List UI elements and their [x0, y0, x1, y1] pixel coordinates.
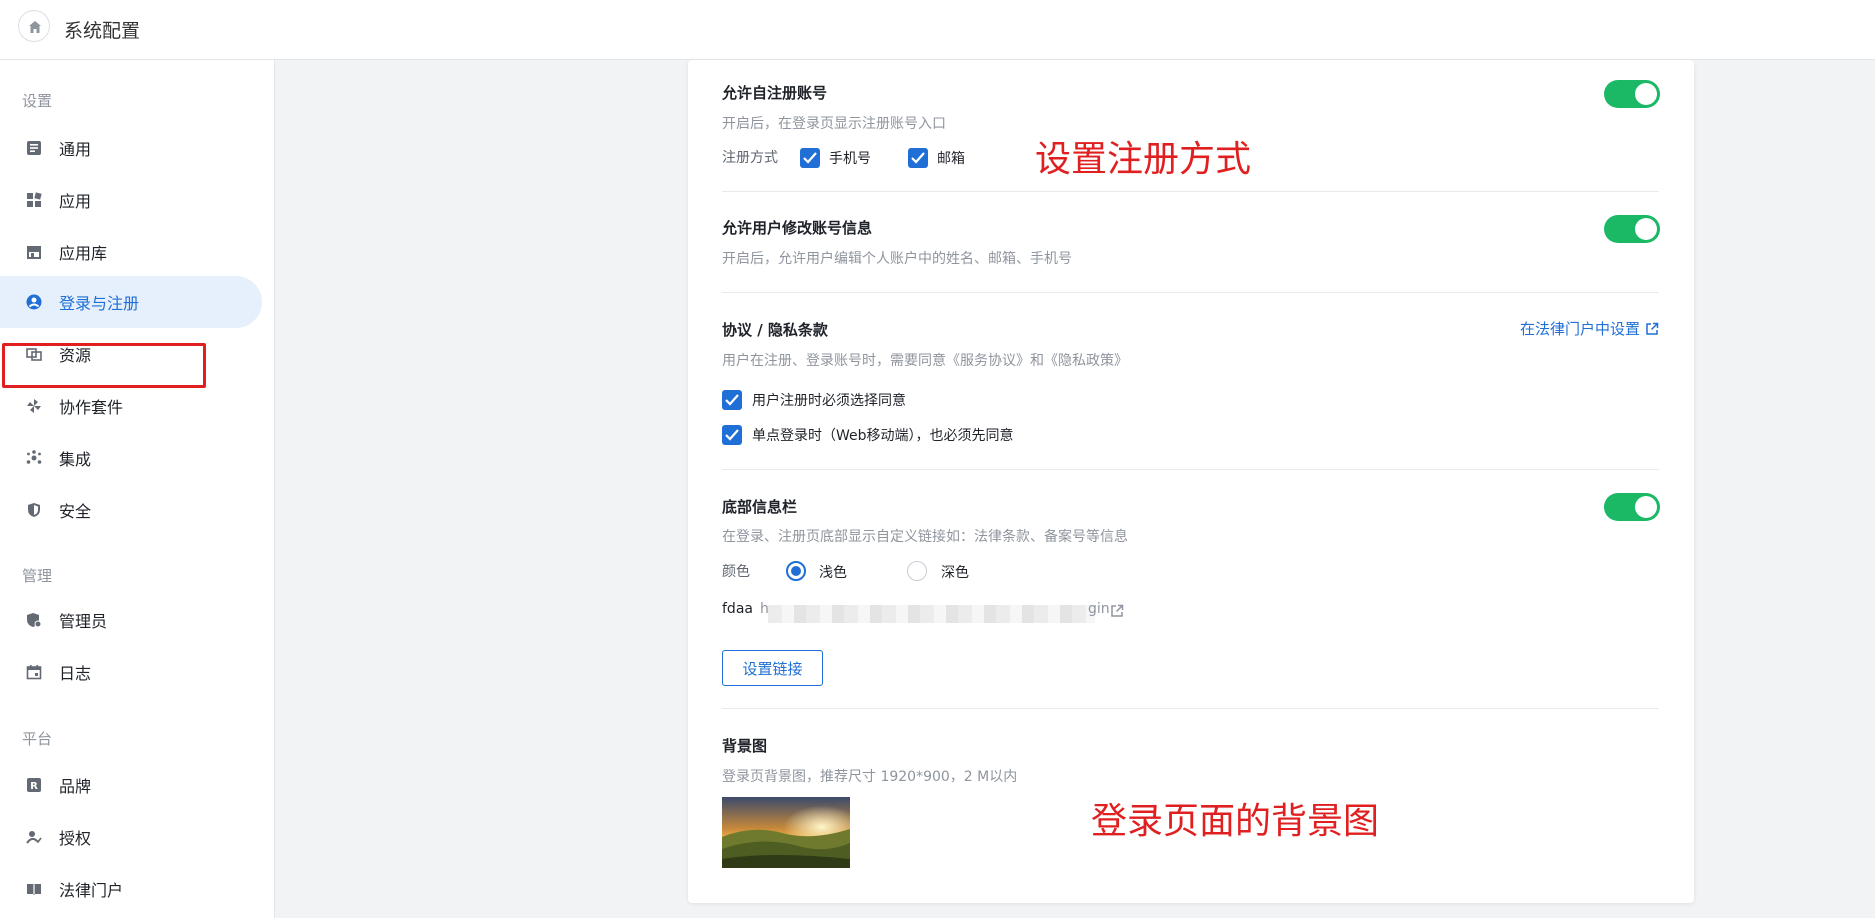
sidebar-item-label: 品牌	[59, 777, 92, 796]
divider	[722, 469, 1659, 470]
agree-on-sso-checkbox[interactable]	[722, 425, 742, 445]
set-link-button[interactable]: 设置链接	[722, 650, 823, 686]
phone-checkbox-label: 手机号	[829, 151, 871, 167]
color-label: 颜色	[722, 564, 750, 580]
footer-link-url-suffix: gin	[1088, 601, 1110, 617]
footer-link-name: fdaa	[722, 601, 753, 617]
self-register-title: 允许自注册账号	[722, 84, 828, 102]
check-icon	[725, 394, 739, 406]
agreement-title: 协议 / 隐私条款	[722, 321, 828, 339]
divider	[722, 708, 1659, 709]
legal-portal-link[interactable]: 在法律门户中设置	[1520, 318, 1659, 339]
document-icon	[25, 139, 43, 157]
check-icon	[803, 152, 817, 164]
external-link-icon	[1646, 322, 1659, 335]
edit-info-desc: 开启后，允许用户编辑个人账户中的姓名、邮箱、手机号	[722, 251, 1072, 267]
background-title: 背景图	[722, 737, 768, 755]
sidebar-item-apps[interactable]: 应用	[0, 174, 262, 226]
integration-icon	[25, 449, 43, 467]
sidebar: 设置 通用 应用 应用库 登录与注册 资源 协作套件 集成 安全 管理 管理员 …	[0, 60, 275, 918]
divider	[722, 191, 1659, 192]
self-register-desc: 开启后，在登录页显示注册账号入口	[722, 116, 946, 132]
brand-icon: R	[25, 776, 43, 794]
sidebar-item-security[interactable]: 安全	[0, 484, 262, 536]
sidebar-item-label: 管理员	[59, 612, 108, 631]
sidebar-item-admins[interactable]: 管理员	[0, 594, 262, 646]
footer-bar-desc: 在登录、注册页底部显示自定义链接如：法律条款、备案号等信息	[722, 529, 1128, 545]
phone-checkbox[interactable]	[800, 148, 820, 168]
store-icon	[25, 243, 43, 261]
sidebar-item-label: 授权	[59, 829, 92, 848]
sidebar-item-integration[interactable]: 集成	[0, 432, 262, 484]
sidebar-item-label: 资源	[59, 346, 92, 365]
sidebar-item-label: 集成	[59, 450, 92, 469]
edit-info-toggle[interactable]	[1604, 215, 1660, 243]
email-checkbox-label: 邮箱	[937, 151, 965, 167]
sidebar-item-label: 安全	[59, 502, 92, 521]
background-desc: 登录页背景图，推荐尺寸 1920*900，2 M以内	[722, 769, 1018, 785]
sidebar-item-label: 日志	[59, 664, 92, 683]
external-link-icon[interactable]	[1110, 604, 1124, 618]
register-method-label: 注册方式	[722, 150, 778, 166]
sidebar-item-license[interactable]: 授权	[0, 811, 262, 863]
license-icon	[25, 828, 43, 846]
footer-bar-toggle[interactable]	[1604, 493, 1660, 521]
sidebar-item-logs[interactable]: 日志	[0, 646, 262, 698]
sidebar-item-label: 通用	[59, 140, 92, 159]
sidebar-item-brand[interactable]: R 品牌	[0, 759, 262, 811]
page-title: 系统配置	[64, 20, 141, 42]
group-label-platform: 平台	[22, 730, 53, 748]
edit-info-title: 允许用户修改账号信息	[722, 219, 873, 237]
color-dark-label: 深色	[941, 565, 969, 581]
sidebar-item-collab-suite[interactable]: 协作套件	[0, 380, 262, 432]
self-register-toggle[interactable]	[1604, 80, 1660, 108]
agree-on-register-label: 用户注册时必须选择同意	[752, 393, 906, 409]
sidebar-item-resources[interactable]: 资源	[0, 328, 262, 380]
color-light-radio[interactable]	[786, 561, 806, 581]
annotation-background: 登录页面的背景图	[1091, 801, 1380, 842]
home-icon[interactable]	[18, 10, 50, 42]
sidebar-item-label: 登录与注册	[59, 294, 140, 313]
email-checkbox[interactable]	[908, 148, 928, 168]
sidebar-item-app-store[interactable]: 应用库	[0, 226, 262, 278]
sidebar-item-label: 应用库	[59, 244, 108, 263]
agree-on-sso-label: 单点登录时（Web移动端），也必须先同意	[752, 428, 1014, 444]
annotation-register-method: 设置注册方式	[1035, 139, 1252, 180]
agree-on-register-checkbox[interactable]	[722, 390, 742, 410]
settings-card: 允许自注册账号 开启后，在登录页显示注册账号入口 注册方式 手机号 邮箱 允许用…	[688, 60, 1694, 903]
legal-portal-link-text: 在法律门户中设置	[1520, 320, 1641, 338]
color-light-label: 浅色	[819, 565, 847, 581]
book-icon	[25, 880, 43, 898]
sidebar-item-login-register[interactable]: 登录与注册	[0, 276, 262, 328]
color-dark-radio[interactable]	[907, 561, 927, 581]
svg-text:R: R	[30, 781, 38, 792]
divider	[722, 292, 1659, 293]
pinwheel-icon	[25, 397, 43, 415]
sidebar-item-label: 应用	[59, 192, 92, 211]
group-label-settings: 设置	[22, 92, 53, 110]
admin-icon	[25, 611, 43, 629]
background-image-thumbnail[interactable]	[722, 797, 850, 868]
footer-bar-title: 底部信息栏	[722, 498, 798, 516]
agreement-desc: 用户在注册、登录账号时，需要同意《服务协议》和《隐私政策》	[722, 353, 1128, 369]
check-icon	[725, 429, 739, 441]
calendar-icon	[25, 663, 43, 681]
footer-link-url-blurred	[768, 605, 1095, 623]
user-circle-icon	[25, 293, 43, 311]
sidebar-item-general[interactable]: 通用	[0, 122, 262, 174]
top-bar: 系统配置	[0, 0, 1875, 60]
sidebar-item-label: 法律门户	[59, 881, 124, 900]
group-label-manage: 管理	[22, 567, 53, 585]
sidebar-item-label: 协作套件	[59, 398, 124, 417]
check-icon	[911, 152, 925, 164]
sidebar-item-legal-portal[interactable]: 法律门户	[0, 863, 262, 915]
shield-icon	[25, 501, 43, 519]
resources-icon	[25, 345, 43, 363]
apps-grid-icon	[25, 191, 43, 209]
